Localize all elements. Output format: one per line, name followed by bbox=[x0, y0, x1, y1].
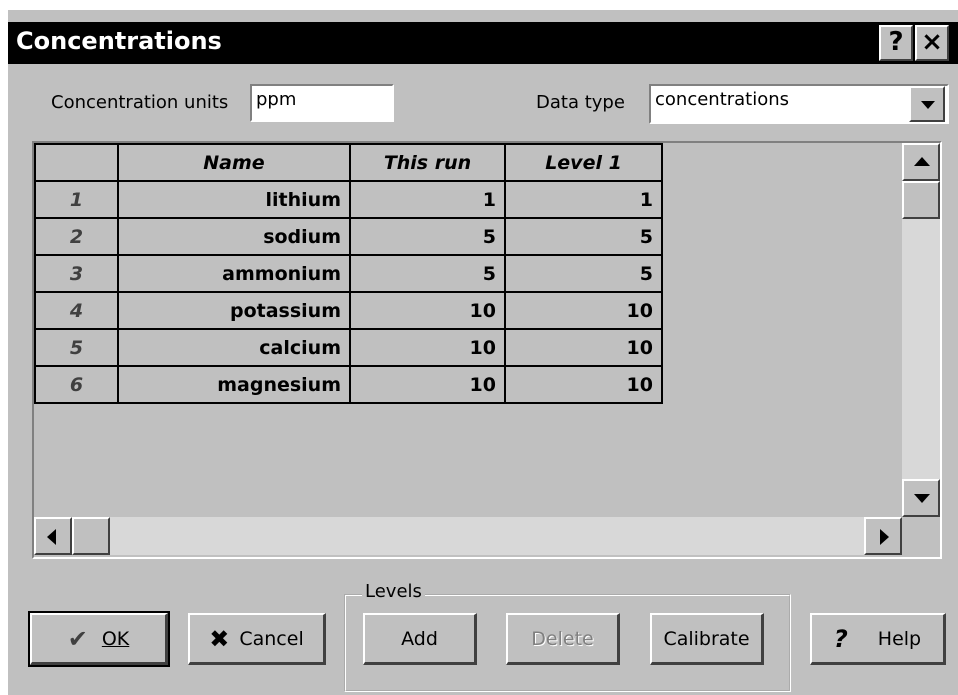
row-number[interactable]: 4 bbox=[34, 291, 119, 330]
corner-header bbox=[34, 143, 119, 182]
level-1-cell[interactable]: 10 bbox=[504, 291, 663, 330]
ok-label: OK bbox=[101, 627, 130, 650]
horizontal-scrollbar[interactable] bbox=[34, 517, 902, 555]
table-row[interactable]: 3 ammonium 5 5 bbox=[34, 254, 663, 293]
checkmark-icon: ✔ bbox=[67, 624, 88, 653]
name-cell[interactable]: lithium bbox=[117, 180, 351, 219]
name-cell[interactable]: magnesium bbox=[117, 365, 351, 404]
data-type-select[interactable]: concentrations bbox=[649, 84, 949, 124]
context-help-button[interactable]: ? bbox=[879, 25, 913, 61]
units-input[interactable]: ppm bbox=[250, 84, 394, 122]
row-number[interactable]: 6 bbox=[34, 365, 119, 404]
scroll-up-button[interactable] bbox=[902, 143, 940, 181]
table-row[interactable]: 5 calcium 10 10 bbox=[34, 328, 663, 367]
calibrate-label: Calibrate bbox=[663, 627, 750, 650]
data-type-value: concentrations bbox=[655, 89, 790, 110]
this-run-cell[interactable]: 5 bbox=[349, 254, 506, 293]
row-number[interactable]: 2 bbox=[34, 217, 119, 256]
dropdown-button[interactable] bbox=[909, 86, 945, 122]
vertical-scroll-thumb[interactable] bbox=[902, 181, 940, 219]
level-1-cell[interactable]: 5 bbox=[504, 254, 663, 293]
concentrations-grid: Name This run Level 1 1 lithium 1 1 2 so… bbox=[32, 141, 942, 559]
this-run-cell[interactable]: 10 bbox=[349, 365, 506, 404]
arrow-left-icon bbox=[47, 529, 56, 545]
level-1-cell[interactable]: 10 bbox=[504, 328, 663, 367]
scroll-left-button[interactable] bbox=[34, 517, 72, 555]
levels-group-label: Levels bbox=[362, 581, 425, 602]
this-run-cell[interactable]: 10 bbox=[349, 328, 506, 367]
name-cell[interactable]: calcium bbox=[117, 328, 351, 367]
level-1-cell[interactable]: 1 bbox=[504, 180, 663, 219]
horizontal-scroll-thumb[interactable] bbox=[72, 517, 110, 555]
scrollbar-corner bbox=[902, 517, 940, 555]
concentrations-dialog: Concentrations ? × Concentration units p… bbox=[8, 10, 958, 695]
table-row[interactable]: 4 potassium 10 10 bbox=[34, 291, 663, 330]
window-title: Concentrations bbox=[16, 27, 222, 55]
x-mark-icon: ✖ bbox=[209, 624, 230, 653]
vertical-scrollbar[interactable] bbox=[902, 143, 940, 517]
arrow-right-icon bbox=[880, 529, 889, 545]
units-label: Concentration units bbox=[51, 92, 229, 113]
row-number[interactable]: 5 bbox=[34, 328, 119, 367]
column-header-name[interactable]: Name bbox=[117, 143, 351, 182]
concentrations-table: Name This run Level 1 1 lithium 1 1 2 so… bbox=[34, 143, 663, 404]
scroll-right-button[interactable] bbox=[864, 517, 902, 555]
column-header-this-run[interactable]: This run bbox=[349, 143, 506, 182]
help-label: Help bbox=[877, 627, 922, 650]
arrow-down-icon bbox=[914, 494, 930, 503]
level-1-cell[interactable]: 10 bbox=[504, 365, 663, 404]
level-1-cell[interactable]: 5 bbox=[504, 217, 663, 256]
name-cell[interactable]: sodium bbox=[117, 217, 351, 256]
delete-label: Delete bbox=[531, 627, 594, 650]
help-button[interactable]: ? Help bbox=[810, 613, 946, 665]
this-run-cell[interactable]: 10 bbox=[349, 291, 506, 330]
name-cell[interactable]: potassium bbox=[117, 291, 351, 330]
add-button[interactable]: Add bbox=[363, 613, 477, 665]
this-run-cell[interactable]: 1 bbox=[349, 180, 506, 219]
cancel-label: Cancel bbox=[239, 627, 304, 650]
row-number[interactable]: 3 bbox=[34, 254, 119, 293]
table-row[interactable]: 1 lithium 1 1 bbox=[34, 180, 663, 219]
ok-button[interactable]: ✔ OK bbox=[28, 611, 170, 667]
table-row[interactable]: 2 sodium 5 5 bbox=[34, 217, 663, 256]
data-type-label: Data type bbox=[536, 92, 625, 113]
cancel-button[interactable]: ✖ Cancel bbox=[188, 613, 326, 665]
this-run-cell[interactable]: 5 bbox=[349, 217, 506, 256]
row-number[interactable]: 1 bbox=[34, 180, 119, 219]
delete-button: Delete bbox=[506, 613, 620, 665]
chevron-down-icon bbox=[921, 101, 935, 109]
arrow-up-icon bbox=[914, 157, 930, 166]
name-cell[interactable]: ammonium bbox=[117, 254, 351, 293]
scroll-down-button[interactable] bbox=[902, 479, 940, 517]
question-mark-icon: ? bbox=[833, 624, 848, 653]
column-header-level-1[interactable]: Level 1 bbox=[504, 143, 663, 182]
table-row[interactable]: 6 magnesium 10 10 bbox=[34, 365, 663, 404]
calibrate-button[interactable]: Calibrate bbox=[650, 613, 764, 665]
add-label: Add bbox=[401, 627, 438, 650]
title-bar: Concentrations ? × bbox=[8, 22, 958, 64]
close-button[interactable]: × bbox=[915, 25, 949, 61]
